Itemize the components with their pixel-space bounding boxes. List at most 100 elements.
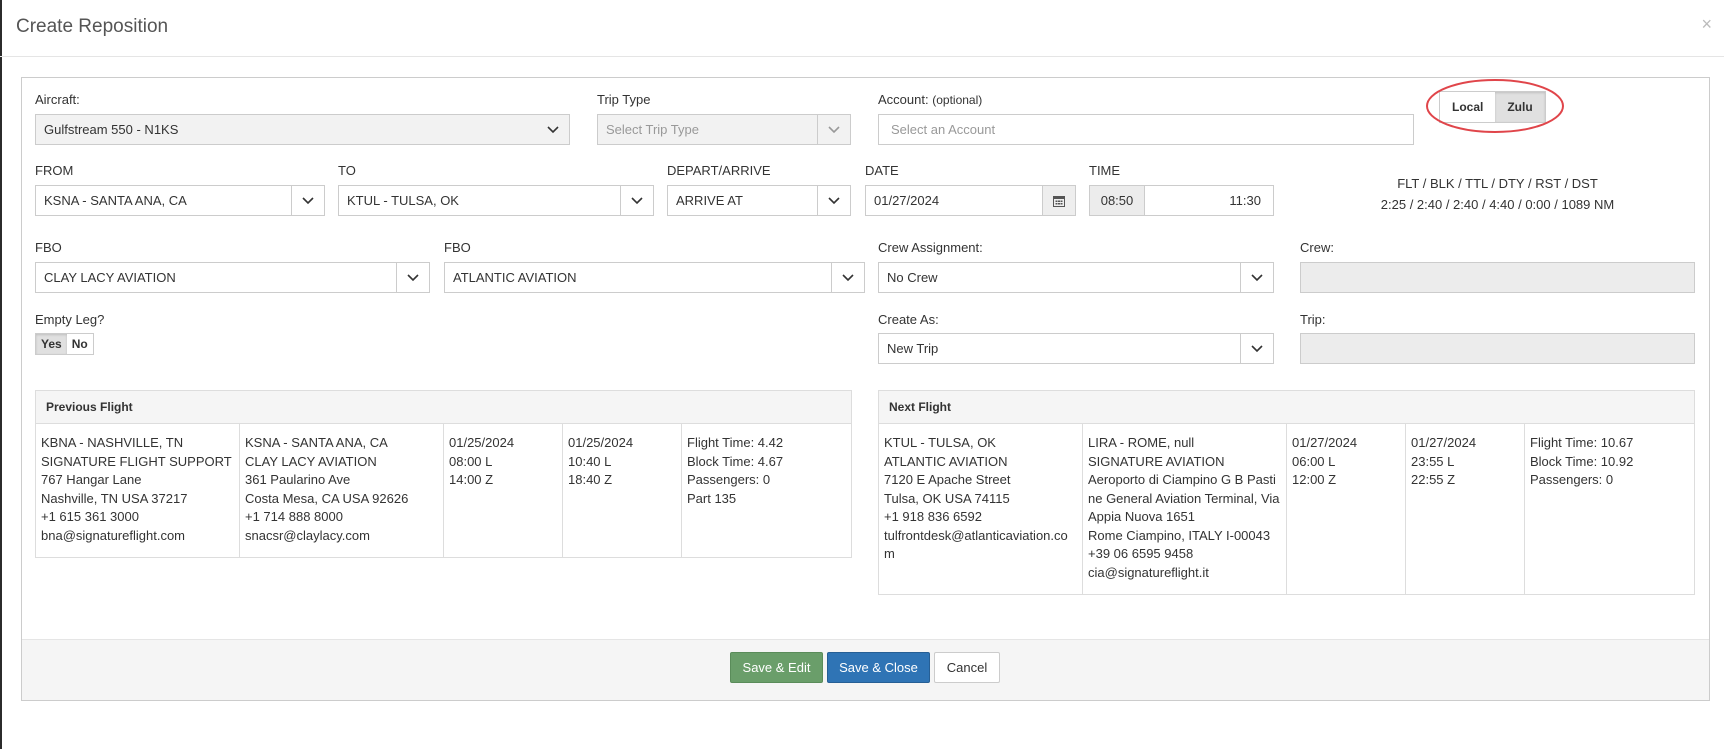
next-dest-street: Aeroporto di Ciampino G B Pastine Genera… bbox=[1088, 472, 1280, 524]
next-origin-street: 7120 E Apache Street bbox=[884, 472, 1011, 487]
save-close-button[interactable]: Save & Close bbox=[827, 652, 930, 683]
next-arrive-date: 01/27/2024 bbox=[1411, 435, 1477, 450]
crew-assignment-value: No Crew bbox=[887, 270, 938, 285]
from-select[interactable]: KSNA - SANTA ANA, CA bbox=[35, 185, 325, 216]
from-label: FROM bbox=[35, 163, 74, 178]
prev-origin-airport: KBNA - NASHVILLE, TN bbox=[41, 435, 184, 450]
time-computed: 08:50 bbox=[1090, 186, 1145, 215]
next-flight-title: Next Flight bbox=[879, 391, 1694, 424]
chevron-down-icon bbox=[620, 186, 653, 215]
trip-type-label: Trip Type bbox=[597, 92, 651, 107]
close-icon[interactable]: × bbox=[1701, 14, 1712, 35]
trip-type-placeholder: Select Trip Type bbox=[606, 122, 699, 137]
account-label: Account: (optional) bbox=[878, 92, 982, 107]
prev-dest-airport: KSNA - SANTA ANA, CA bbox=[245, 435, 388, 450]
stats-header: FLT / BLK / TTL / DTY / RST / DST bbox=[1397, 176, 1598, 191]
aircraft-select[interactable]: Gulfstream 550 - N1KS bbox=[35, 114, 570, 145]
table-row: KBNA - NASHVILLE, TN SIGNATURE FLIGHT SU… bbox=[36, 424, 851, 557]
time-label: TIME bbox=[1089, 163, 1121, 178]
next-block-time: Block Time: 10.92 bbox=[1530, 453, 1634, 469]
window-edge bbox=[0, 0, 2, 749]
fbo-from-select[interactable]: CLAY LACY AVIATION bbox=[35, 262, 430, 293]
next-arrive-local: 23:55 L bbox=[1411, 453, 1455, 469]
fbo-from-label: FBO bbox=[35, 240, 62, 255]
prev-details-cell: Flight Time: 4.42 Block Time: 4.67 Passe… bbox=[682, 424, 851, 557]
crew-label: Crew: bbox=[1300, 240, 1334, 255]
next-arrive-cell: 01/27/2024 23:55 L 22:55 Z bbox=[1406, 424, 1525, 594]
date-input[interactable]: 01/27/2024 bbox=[865, 185, 1076, 216]
prev-flight-time: Flight Time: 4.42 bbox=[687, 435, 784, 450]
aircraft-label: Aircraft: bbox=[35, 92, 80, 107]
account-label-text: Account: bbox=[878, 92, 929, 107]
prev-origin-cell: KBNA - NASHVILLE, TN SIGNATURE FLIGHT SU… bbox=[36, 424, 240, 557]
prev-depart-date: 01/25/2024 bbox=[449, 435, 515, 450]
prev-arrive-cell: 01/25/2024 10:40 L 18:40 Z bbox=[563, 424, 682, 557]
prev-dest-email: snacsr@claylacy.com bbox=[245, 527, 370, 543]
depart-arrive-label: DEPART/ARRIVE bbox=[667, 163, 771, 178]
prev-origin-phone: +1 615 361 3000 bbox=[41, 509, 139, 524]
fbo-to-select[interactable]: ATLANTIC AVIATION bbox=[444, 262, 865, 293]
next-origin-cell: KTUL - TULSA, OK ATLANTIC AVIATION 7120 … bbox=[879, 424, 1083, 594]
prev-depart-local: 08:00 L bbox=[449, 453, 493, 469]
next-depart-zulu: 12:00 Z bbox=[1292, 472, 1337, 487]
prev-passengers: Passengers: 0 bbox=[687, 472, 771, 487]
prev-dest-fbo: CLAY LACY AVIATION bbox=[245, 453, 377, 469]
fbo-from-value: CLAY LACY AVIATION bbox=[44, 270, 176, 285]
to-select[interactable]: KTUL - TULSA, OK bbox=[338, 185, 654, 216]
next-origin-fbo: ATLANTIC AVIATION bbox=[884, 453, 1008, 469]
next-dest-airport: LIRA - ROME, null bbox=[1088, 435, 1195, 450]
crew-assignment-select[interactable]: No Crew bbox=[878, 262, 1274, 293]
chevron-down-icon bbox=[291, 186, 324, 215]
next-dest-phone: +39 06 6595 9458 bbox=[1088, 546, 1194, 561]
next-origin-city: Tulsa, OK USA 74115 bbox=[884, 490, 1010, 506]
chevron-down-icon bbox=[396, 263, 429, 292]
to-value: KTUL - TULSA, OK bbox=[347, 193, 459, 208]
aircraft-value: Gulfstream 550 - N1KS bbox=[44, 122, 179, 137]
annotation-circle bbox=[1426, 79, 1564, 133]
depart-arrive-select[interactable]: ARRIVE AT bbox=[667, 185, 851, 216]
cancel-button[interactable]: Cancel bbox=[934, 652, 1000, 683]
empty-leg-no[interactable]: No bbox=[67, 334, 93, 354]
next-passengers: Passengers: 0 bbox=[1530, 472, 1614, 487]
next-origin-airport: KTUL - TULSA, OK bbox=[884, 435, 996, 450]
trip-type-select[interactable]: Select Trip Type bbox=[597, 114, 851, 145]
modal-header: Create Reposition × bbox=[0, 0, 1724, 57]
fbo-to-label: FBO bbox=[444, 240, 471, 255]
next-dest-city: Rome Ciampino, ITALY I-00043 bbox=[1088, 527, 1271, 543]
save-edit-button[interactable]: Save & Edit bbox=[730, 652, 823, 683]
next-details-cell: Flight Time: 10.67 Block Time: 10.92 Pas… bbox=[1525, 424, 1694, 594]
empty-leg-yes[interactable]: Yes bbox=[36, 334, 67, 354]
empty-leg-toggle: Yes No bbox=[35, 333, 94, 355]
create-as-select[interactable]: New Trip bbox=[878, 333, 1274, 364]
next-depart-local: 06:00 L bbox=[1292, 453, 1336, 469]
previous-flight-title: Previous Flight bbox=[36, 391, 851, 424]
calendar-icon[interactable] bbox=[1042, 186, 1075, 215]
create-as-value: New Trip bbox=[887, 341, 939, 356]
table-row: KTUL - TULSA, OK ATLANTIC AVIATION 7120 … bbox=[879, 424, 1694, 594]
prev-origin-email: bna@signatureflight.com bbox=[41, 527, 185, 543]
next-origin-email: tulfrontdesk@atlanticaviation.com bbox=[884, 527, 1068, 562]
account-select[interactable]: Select an Account bbox=[878, 114, 1414, 145]
depart-arrive-value: ARRIVE AT bbox=[676, 193, 743, 208]
fbo-to-value: ATLANTIC AVIATION bbox=[453, 270, 577, 285]
date-value: 01/27/2024 bbox=[874, 193, 940, 208]
prev-arrive-zulu: 18:40 Z bbox=[568, 472, 613, 487]
trip-label: Trip: bbox=[1300, 312, 1326, 327]
create-as-label: Create As: bbox=[878, 312, 939, 327]
stats-values: 2:25 / 2:40 / 2:40 / 4:40 / 0:00 / 1089 … bbox=[1380, 197, 1615, 212]
chevron-down-icon bbox=[817, 186, 850, 215]
from-value: KSNA - SANTA ANA, CA bbox=[44, 193, 187, 208]
prev-origin-street: 767 Hangar Lane bbox=[41, 472, 142, 487]
next-destination-cell: LIRA - ROME, null SIGNATURE AVIATION Aer… bbox=[1083, 424, 1287, 594]
chevron-down-icon bbox=[831, 263, 864, 292]
time-input[interactable]: 08:50 11:30 bbox=[1089, 185, 1274, 216]
trip-field bbox=[1300, 333, 1695, 364]
empty-leg-label: Empty Leg? bbox=[35, 312, 105, 327]
crew-field bbox=[1300, 262, 1695, 293]
next-depart-date: 01/27/2024 bbox=[1292, 435, 1358, 450]
next-arrive-zulu: 22:55 Z bbox=[1411, 472, 1456, 487]
prev-destination-cell: KSNA - SANTA ANA, CA CLAY LACY AVIATION … bbox=[240, 424, 444, 557]
next-depart-cell: 01/27/2024 06:00 L 12:00 Z bbox=[1287, 424, 1406, 594]
flight-stats: FLT / BLK / TTL / DTY / RST / DST 2:25 /… bbox=[1340, 176, 1655, 212]
prev-block-time: Block Time: 4.67 bbox=[687, 453, 784, 469]
